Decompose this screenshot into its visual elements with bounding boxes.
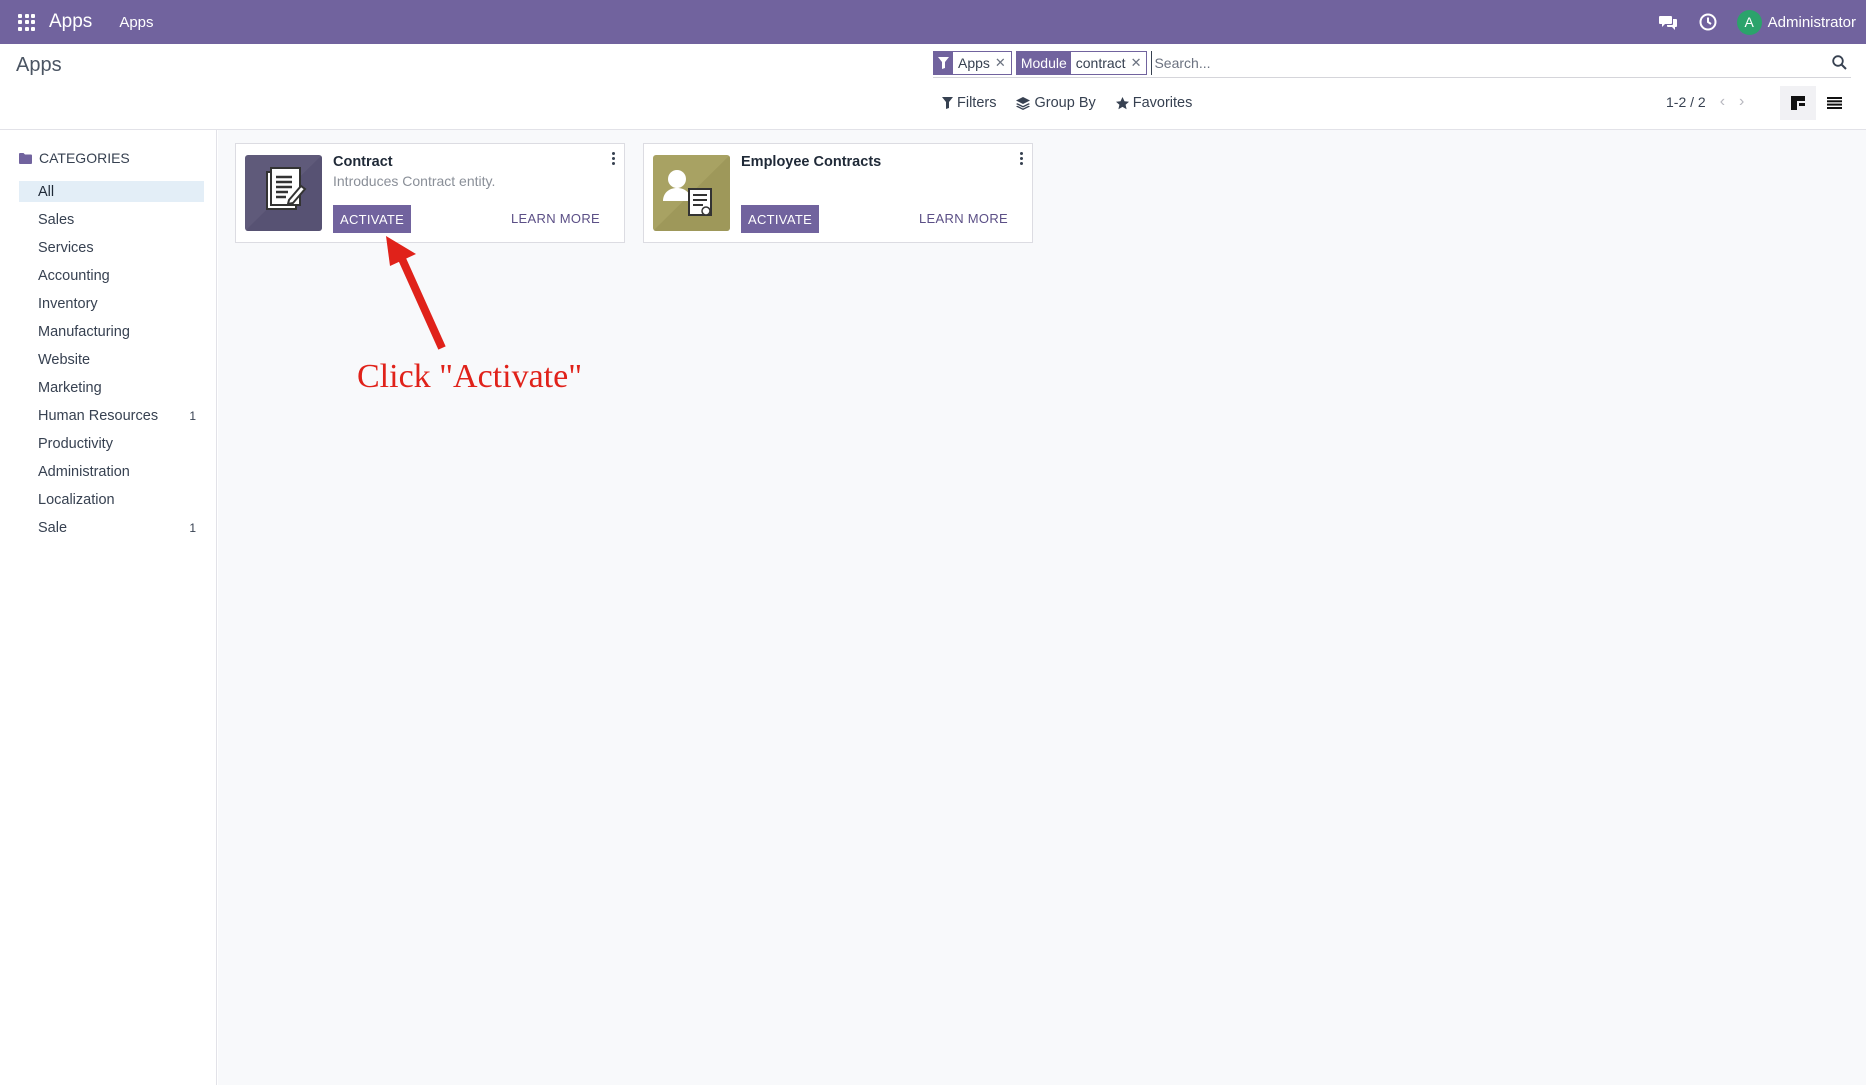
filter-icon	[934, 51, 953, 74]
sidebar-item-administration[interactable]: Administration	[19, 461, 204, 482]
pager-previous-icon[interactable]: ‹	[1720, 93, 1725, 111]
navbar-menu-apps[interactable]: Apps	[119, 14, 153, 31]
contract-document-icon	[245, 155, 322, 231]
sidebar-item-label: Marketing	[38, 379, 102, 396]
pager: 1-2 / 2 ‹ ›	[1666, 93, 1744, 111]
sidebar-item-website[interactable]: Website	[19, 349, 204, 370]
app-card-employee-contracts[interactable]: Employee Contracts ACTIVATE LEARN MORE	[643, 143, 1033, 243]
clock-icon[interactable]	[1697, 11, 1719, 33]
group-by-label: Group By	[1034, 95, 1096, 111]
sidebar-item-label: Accounting	[38, 267, 110, 284]
search-bar: Apps ✕ Module contract ✕	[933, 48, 1851, 78]
search-facet-apps: Apps ✕	[933, 50, 1012, 75]
annotation-text: Click "Activate"	[357, 358, 583, 395]
kanban-area: Contract Introduces Contract entity. ACT…	[218, 130, 1866, 1085]
facet-value: contract	[1075, 54, 1126, 71]
categories-title: CATEGORIES	[39, 150, 130, 166]
sidebar-item-label: Productivity	[38, 435, 113, 452]
breadcrumb: Apps	[16, 54, 62, 76]
filters-label: Filters	[957, 95, 997, 111]
sidebar-item-label: Sales	[38, 211, 75, 228]
sidebar-item-inventory[interactable]: Inventory	[19, 293, 204, 314]
categories-list: All Sales Services Accounting Inventory …	[19, 181, 204, 545]
sidebar-item-label: Human Resources	[38, 407, 159, 424]
sidebar-item-label: Manufacturing	[38, 323, 130, 340]
sidebar-item-count: 1	[189, 408, 196, 423]
sidebar-item-label: All	[38, 183, 55, 200]
app-title: Contract	[333, 154, 393, 170]
chat-icon[interactable]	[1657, 11, 1679, 33]
star-icon	[1115, 96, 1129, 109]
navbar-systray: A Administrator	[1657, 0, 1866, 44]
sidebar-item-marketing[interactable]: Marketing	[19, 377, 204, 398]
control-panel: Apps Apps ✕ Module contract ✕ Filters Gr…	[0, 44, 1866, 130]
search-options: Filters Group By Favorites	[942, 95, 1212, 111]
filters-button[interactable]: Filters	[942, 95, 996, 111]
navbar-brand[interactable]: Apps	[49, 11, 92, 33]
app-description: Introduces Contract entity.	[333, 173, 496, 189]
sidebar-item-human-resources[interactable]: Human Resources 1	[19, 405, 204, 426]
pager-next-icon[interactable]: ›	[1739, 93, 1744, 111]
kanban-view-icon[interactable]	[1780, 86, 1816, 120]
kebab-menu-icon[interactable]	[1019, 152, 1023, 167]
sidebar-item-label: Services	[38, 239, 94, 256]
annotation-arrow-icon	[386, 236, 446, 350]
sidebar-item-services[interactable]: Services	[19, 237, 204, 258]
facet-value: Apps	[958, 54, 990, 71]
search-facet-module: Module contract ✕	[1015, 50, 1148, 75]
favorites-label: Favorites	[1132, 95, 1193, 111]
search-input[interactable]	[1151, 50, 1827, 75]
employee-contract-icon	[653, 155, 730, 231]
avatar[interactable]: A	[1736, 9, 1762, 35]
sidebar-item-accounting[interactable]: Accounting	[19, 265, 204, 286]
sidebar-item-label: Inventory	[38, 295, 98, 312]
categories-sidebar: CATEGORIES All Sales Services Accounting…	[0, 130, 217, 1085]
apps-grid-icon[interactable]	[18, 13, 35, 31]
filter-icon	[942, 97, 953, 109]
view-switcher	[1780, 86, 1852, 120]
facet-remove-icon[interactable]: ✕	[995, 55, 1011, 71]
activate-button[interactable]: ACTIVATE	[741, 205, 820, 233]
facet-label: Module	[1016, 51, 1071, 74]
facet-remove-icon[interactable]: ✕	[1131, 55, 1147, 71]
list-view-icon[interactable]	[1816, 86, 1852, 120]
sidebar-item-label: Website	[38, 351, 91, 368]
learn-more-link[interactable]: LEARN MORE	[919, 211, 1008, 226]
learn-more-link[interactable]: LEARN MORE	[511, 211, 600, 226]
group-by-button[interactable]: Group By	[1016, 95, 1096, 111]
folder-icon	[19, 152, 32, 164]
categories-header: CATEGORIES	[19, 150, 130, 166]
sidebar-item-all[interactable]: All	[19, 181, 204, 202]
sidebar-item-sale[interactable]: Sale 1	[19, 517, 204, 538]
sidebar-item-manufacturing[interactable]: Manufacturing	[19, 321, 204, 342]
sidebar-item-count: 1	[189, 520, 196, 535]
top-navbar: Apps Apps A Administrator	[0, 0, 1866, 44]
sidebar-item-label: Administration	[38, 463, 130, 480]
sidebar-item-sales[interactable]: Sales	[19, 209, 204, 230]
app-title: Employee Contracts	[741, 154, 882, 170]
search-icon[interactable]	[1827, 51, 1851, 75]
sidebar-item-label: Localization	[38, 491, 115, 508]
sidebar-item-productivity[interactable]: Productivity	[19, 433, 204, 454]
favorites-button[interactable]: Favorites	[1115, 95, 1193, 111]
layers-icon	[1016, 96, 1031, 110]
sidebar-item-localization[interactable]: Localization	[19, 489, 204, 510]
kebab-menu-icon[interactable]	[611, 152, 615, 167]
user-menu[interactable]: Administrator	[1768, 14, 1856, 31]
sidebar-item-label: Sale	[38, 519, 68, 536]
pager-value[interactable]: 1-2 / 2	[1666, 94, 1706, 110]
